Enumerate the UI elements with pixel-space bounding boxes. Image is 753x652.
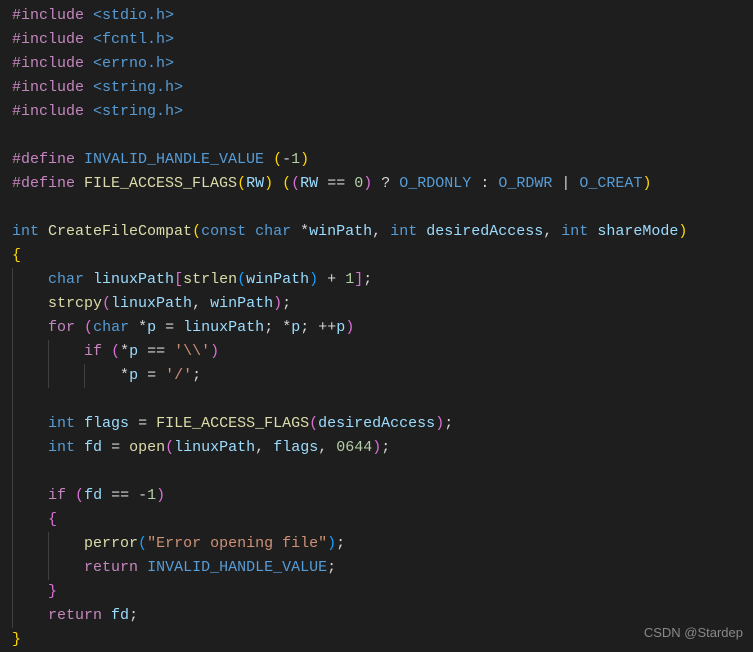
code-statement: perror("Error opening file"); — [12, 532, 753, 556]
return-statement: return INVALID_HANDLE_VALUE; — [12, 556, 753, 580]
include-line: #include <fcntl.h> — [12, 28, 753, 52]
define-line: #define INVALID_HANDLE_VALUE (-1) — [12, 148, 753, 172]
define-line: #define FILE_ACCESS_FLAGS(RW) ((RW == 0)… — [12, 172, 753, 196]
open-brace: { — [12, 244, 753, 268]
if-statement: if (*p == '\\') — [12, 340, 753, 364]
func-signature: int CreateFileCompat(const char *winPath… — [12, 220, 753, 244]
code-editor[interactable]: #include <stdio.h> #include <fcntl.h> #i… — [12, 4, 753, 652]
blank-line — [12, 124, 753, 148]
code-statement: strcpy(linuxPath, winPath); — [12, 292, 753, 316]
close-brace: } — [12, 580, 753, 604]
code-statement: *p = '/'; — [12, 364, 753, 388]
include-line: #include <errno.h> — [12, 52, 753, 76]
for-statement: for (char *p = linuxPath; *p; ++p) — [12, 316, 753, 340]
code-statement: int flags = FILE_ACCESS_FLAGS(desiredAcc… — [12, 412, 753, 436]
include-line: #include <string.h> — [12, 76, 753, 100]
open-brace: { — [12, 508, 753, 532]
code-statement: char linuxPath[strlen(winPath) + 1]; — [12, 268, 753, 292]
include-line: #include <string.h> — [12, 100, 753, 124]
return-statement: return fd; — [12, 604, 753, 628]
include-line: #include <stdio.h> — [12, 4, 753, 28]
blank-line — [12, 196, 753, 220]
blank-line — [12, 460, 753, 484]
if-statement: if (fd == -1) — [12, 484, 753, 508]
close-brace: } — [12, 628, 753, 652]
watermark-text: CSDN @Stardep — [644, 623, 743, 644]
blank-line — [12, 388, 753, 412]
code-statement: int fd = open(linuxPath, flags, 0644); — [12, 436, 753, 460]
